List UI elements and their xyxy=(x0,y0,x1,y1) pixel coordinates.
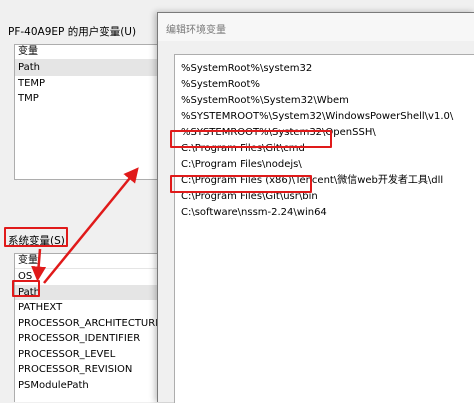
system-variable-processor-level[interactable]: PROCESSOR_LEVEL xyxy=(15,347,165,363)
user-variable-path[interactable]: Path xyxy=(15,60,165,76)
user-variables-column-header[interactable]: 变量 xyxy=(15,45,165,60)
system-variable-processor-revision[interactable]: PROCESSOR_REVISION xyxy=(15,362,165,378)
user-variables-list[interactable]: 变量 Path TEMP TMP xyxy=(14,44,166,180)
user-variable-temp[interactable]: TEMP xyxy=(15,76,165,92)
highlight-box-git-cmd xyxy=(170,130,332,148)
path-entry[interactable]: %SystemRoot%\system32 xyxy=(181,61,312,76)
system-variables-column-header[interactable]: 变量 xyxy=(15,254,165,269)
system-variable-processor-identifier[interactable]: PROCESSOR_IDENTIFIER xyxy=(15,331,165,347)
system-variable-psmodulepath[interactable]: PSModulePath xyxy=(15,378,165,394)
user-variables-title: PF-40A9EP 的用户变量(U) xyxy=(8,26,137,38)
highlight-box-system-variables xyxy=(4,227,68,247)
system-variables-list[interactable]: 变量 OS Path PATHEXT PROCESSOR_ARCHITECTUR… xyxy=(14,253,166,402)
system-variable-pathext[interactable]: PATHEXT xyxy=(15,300,165,316)
edit-environment-variable-dialog: 编辑环境变量 %SystemRoot%\system32 %SystemRoot… xyxy=(157,12,474,403)
highlight-box-path xyxy=(12,280,40,297)
dialog-title-bar[interactable]: 编辑环境变量 xyxy=(158,13,474,41)
highlight-box-git-usr-bin xyxy=(170,175,312,193)
dialog-title: 编辑环境变量 xyxy=(166,25,226,36)
path-entry[interactable]: %SystemRoot% xyxy=(181,77,260,92)
user-variable-tmp[interactable]: TMP xyxy=(15,91,165,107)
path-entry[interactable]: C:\software\nssm-2.24\win64 xyxy=(181,205,327,220)
path-entry[interactable]: C:\Program Files\nodejs\ xyxy=(181,157,302,172)
path-entry[interactable]: %SYSTEMROOT%\System32\WindowsPowerShell\… xyxy=(181,109,453,124)
path-entries-list[interactable]: %SystemRoot%\system32 %SystemRoot% %Syst… xyxy=(174,54,474,403)
system-variable-processor-architecture[interactable]: PROCESSOR_ARCHITECTURE xyxy=(15,316,165,332)
path-entry[interactable]: %SystemRoot%\System32\Wbem xyxy=(181,93,349,108)
